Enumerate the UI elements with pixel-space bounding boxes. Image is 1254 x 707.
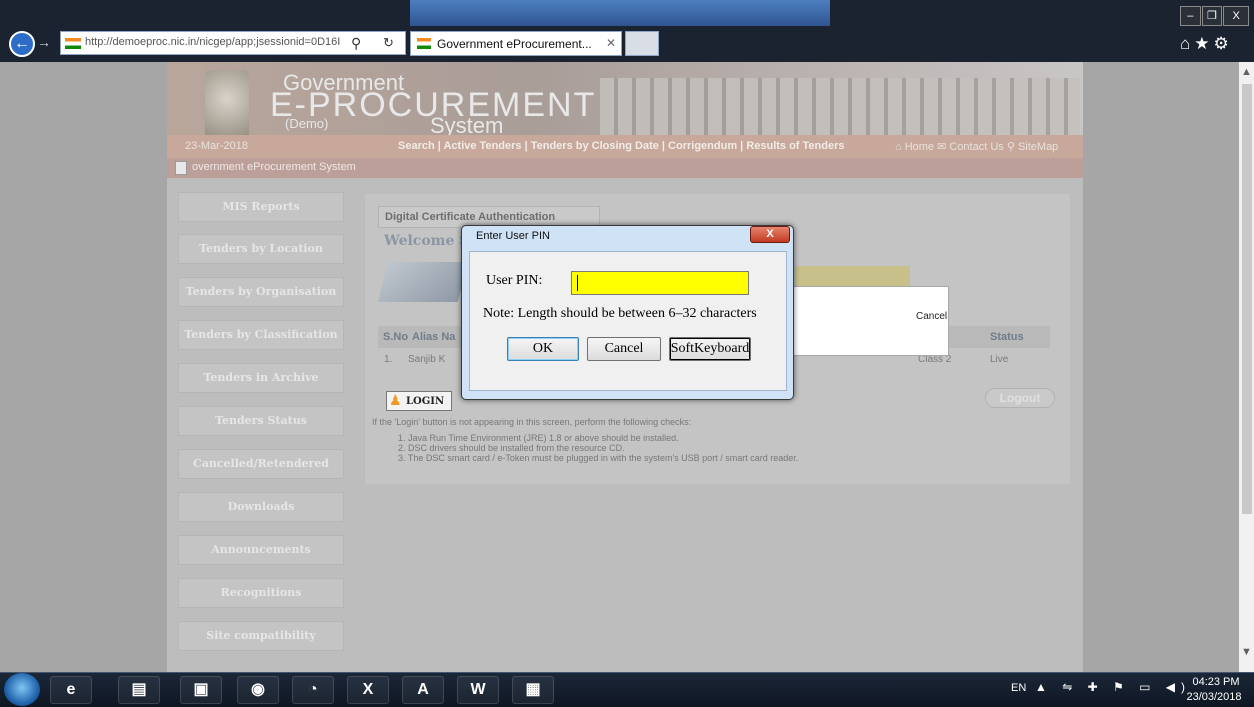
home-favorites-settings-icons[interactable]: ⌂★⚙ — [1180, 34, 1233, 54]
menu-tenders-by-classification[interactable]: Tenders by Classification — [178, 320, 344, 350]
login-checklist: 1. Java Run Time Environment (JRE) 1.8 o… — [398, 433, 798, 463]
system-tray-icons[interactable]: ▲ ⇋ ✚ ⚑ ▭ ◀) — [1035, 680, 1191, 694]
taskbar-chrome-icon[interactable]: ◉ — [237, 676, 279, 704]
clock-time[interactable]: 04:23 PM — [1192, 676, 1240, 688]
login-help-text: If the 'Login' button is not appearing i… — [372, 417, 692, 427]
taskbar-explorer-icon[interactable]: ▤ — [118, 676, 160, 704]
clock-date[interactable]: 23/03/2018 — [1184, 691, 1244, 703]
row-alias[interactable]: Sanjib K — [408, 354, 445, 365]
taskbar-java-app-icon[interactable]: ▦ — [512, 676, 554, 704]
col-sno: S.No — [383, 331, 409, 343]
dialog-close-button[interactable]: X — [750, 226, 790, 243]
row-sno: 1. — [384, 354, 393, 365]
address-bar[interactable]: http://demoeproc.nic.in/nicgep/app;jsess… — [60, 31, 406, 55]
col-status: Status — [990, 331, 1024, 343]
menu-recognitions[interactable]: Recognitions — [178, 578, 344, 608]
menu-downloads[interactable]: Downloads — [178, 492, 344, 522]
ok-button[interactable]: OK — [507, 337, 579, 361]
menu-cancelled-retendered[interactable]: Cancelled/Retendered — [178, 449, 344, 479]
menu-tenders-status[interactable]: Tenders Status — [178, 406, 344, 436]
breadcrumb-text: overnment eProcurement System — [192, 161, 356, 173]
dialog-title: Enter User PIN — [476, 230, 550, 242]
window-controls: – ❐ X — [1180, 6, 1250, 26]
scrollbar-thumb[interactable] — [1242, 84, 1252, 514]
tab-close-icon[interactable]: ✕ — [606, 36, 616, 50]
logout-button[interactable]: Logout — [985, 388, 1055, 408]
dca-title: Digital Certificate Authentication — [385, 211, 556, 223]
page-icon — [175, 161, 187, 175]
brand-demo: (Demo) — [285, 116, 329, 131]
background-cancel-button[interactable]: Cancel — [916, 311, 947, 322]
close-window-button[interactable]: X — [1223, 6, 1249, 26]
nav-home-contact-sitemap[interactable]: ⌂ Home ✉ Contact Us ⚲ SiteMap — [895, 140, 1058, 153]
scroll-up-icon[interactable]: ▲ — [1241, 66, 1252, 78]
minimize-button[interactable]: – — [1180, 6, 1201, 26]
pin-input[interactable] — [571, 271, 749, 295]
address-url[interactable]: http://demoeproc.nic.in/nicgep/app;jsess… — [85, 36, 343, 48]
menu-announcements[interactable]: Announcements — [178, 535, 344, 565]
taskbar-acrobat-icon[interactable]: A — [402, 676, 444, 704]
login-label[interactable]: LOGIN — [406, 396, 444, 407]
menu-tenders-by-location[interactable]: Tenders by Location — [178, 234, 344, 264]
tab-favicon-icon — [417, 38, 431, 49]
search-icon[interactable]: ⚲ — [351, 35, 361, 52]
taskbar-app-icon[interactable]: ▣ — [180, 676, 222, 704]
forward-button[interactable]: → — [37, 32, 55, 52]
col-alias: Alias Na — [412, 331, 456, 343]
current-date: 23-Mar-2018 — [185, 140, 248, 152]
text-caret — [577, 275, 578, 291]
checklist-item: 3. The DSC smart card / e-Token must be … — [398, 453, 799, 463]
taskbar-excel-icon[interactable]: X — [347, 676, 389, 704]
menu-mis-reports[interactable]: MIS Reports — [178, 192, 344, 222]
scroll-down-icon[interactable]: ▼ — [1241, 646, 1252, 658]
site-favicon-icon — [65, 38, 81, 49]
row-status: Live — [990, 354, 1009, 365]
taskbar-firefox-icon[interactable]: ◔ — [292, 676, 334, 704]
browser-tab[interactable]: Government eProcurement... ✕ — [410, 31, 622, 56]
restore-button[interactable]: ❐ — [1201, 6, 1223, 26]
back-button[interactable]: ← — [9, 31, 35, 57]
menu-site-compatibility[interactable]: Site compatibility — [178, 621, 344, 651]
taskbar-word-icon[interactable]: W — [457, 676, 499, 704]
language-indicator[interactable]: EN — [1011, 682, 1026, 694]
menu-tenders-by-organisation[interactable]: Tenders by Organisation — [178, 277, 344, 307]
tab-title: Government eProcurement... — [437, 37, 592, 51]
menu-tenders-in-archive[interactable]: Tenders in Archive — [178, 363, 344, 393]
pin-length-note: Note: Length should be between 6–32 char… — [483, 306, 757, 321]
national-emblem-logo — [205, 70, 249, 142]
taskbar-ie-icon[interactable]: e — [50, 676, 92, 704]
checklist-item: 2. DSC drivers should be installed from … — [398, 443, 625, 453]
cancel-button[interactable]: Cancel — [587, 337, 661, 361]
pin-label: User PIN: — [486, 273, 543, 288]
user-icon: ♟ — [389, 392, 402, 408]
soft-keyboard-button[interactable]: SoftKeyboard — [669, 337, 751, 361]
refresh-icon[interactable]: ↻ — [383, 35, 394, 51]
new-tab-button[interactable] — [625, 31, 659, 56]
window-title-area — [410, 0, 830, 26]
start-button[interactable] — [4, 673, 40, 706]
checklist-item: 1. Java Run Time Environment (JRE) 1.8 o… — [398, 433, 679, 443]
smart-card-image — [377, 262, 469, 302]
nav-links[interactable]: Search | Active Tenders | Tenders by Clo… — [398, 140, 845, 152]
